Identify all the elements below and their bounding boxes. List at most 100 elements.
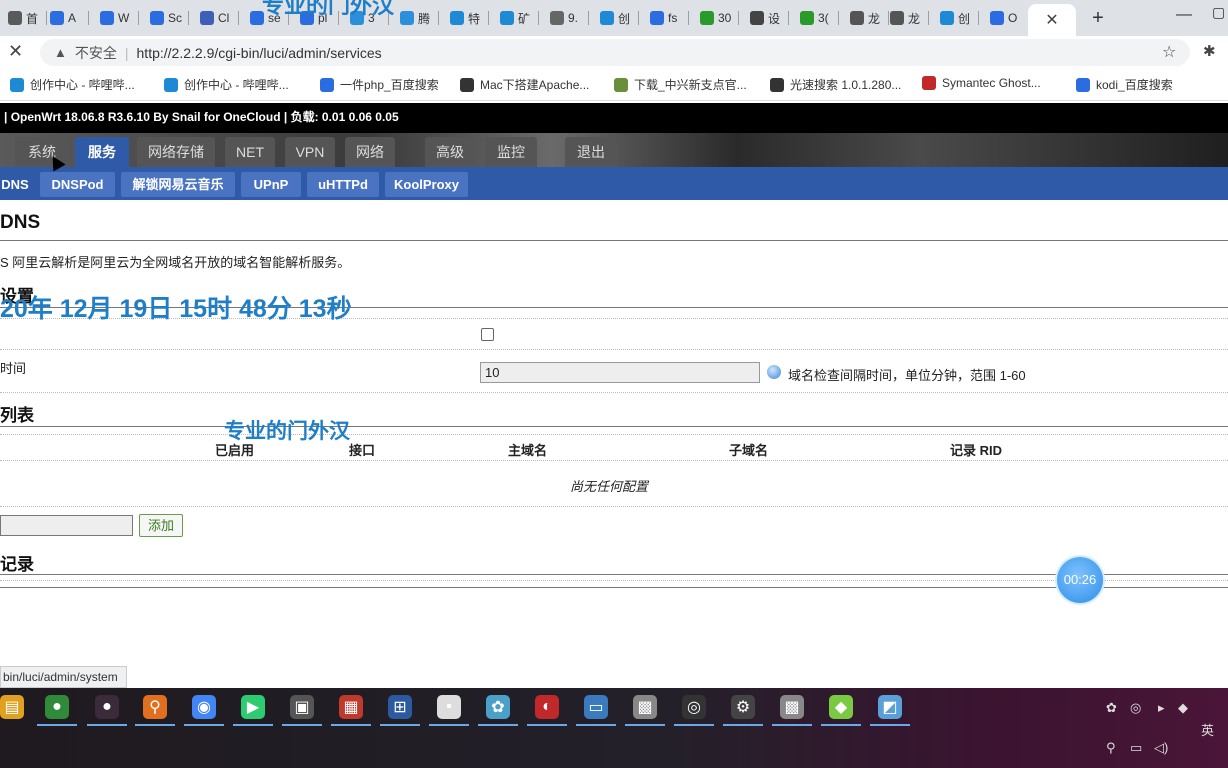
tray-obs-icon[interactable]: ◎	[1130, 700, 1141, 716]
bookmark-favicon-icon	[320, 77, 334, 92]
new-tab-button[interactable]: +	[1086, 6, 1110, 30]
tab-favicon-icon	[8, 11, 22, 25]
table-header-main-domain: 主域名	[508, 443, 548, 458]
menu-tab[interactable]: NET	[225, 137, 275, 167]
tray-flower-icon[interactable]: ✿	[1106, 700, 1117, 716]
submenu-tab[interactable]: KoolProxy	[385, 172, 468, 197]
browser-tab[interactable]: 30	[692, 4, 739, 32]
stop-loading-icon[interactable]: ✕	[8, 41, 23, 62]
submenu-tab[interactable]: DNS	[0, 172, 30, 197]
network-icon[interactable]: ▭	[1130, 740, 1142, 756]
windows-taskbar	[0, 688, 1228, 768]
bookmark-star-icon[interactable]: ☆	[1162, 42, 1176, 62]
minimize-icon[interactable]: —	[1176, 6, 1192, 24]
taskbar-app-icon[interactable]: ●	[45, 695, 69, 719]
menu-tab[interactable]: 网络存储	[137, 137, 215, 167]
browser-tab[interactable]: Sc	[142, 4, 189, 32]
interval-input[interactable]: 10	[480, 362, 760, 383]
taskbar-app-icon[interactable]: ◉	[192, 695, 216, 719]
tab-separator	[638, 11, 639, 25]
browser-tab[interactable]: 龙	[882, 4, 929, 32]
enable-checkbox[interactable]	[481, 328, 494, 341]
taskbar-app-icon[interactable]: ▣	[290, 695, 314, 719]
tab-favicon-icon	[450, 11, 464, 25]
bookmark-item[interactable]: kodi_百度搜索	[1076, 76, 1173, 93]
submenu-tab[interactable]: UPnP	[241, 172, 301, 197]
taskbar-app-icon[interactable]: ▩	[633, 695, 657, 719]
taskbar-app-icon[interactable]: ▶	[241, 695, 265, 719]
browser-tab[interactable]: 9.	[542, 4, 589, 32]
taskbar-running-indicator	[723, 724, 763, 726]
new-entry-input[interactable]	[0, 515, 133, 536]
interval-help-text: 域名检查间隔时间，单位分钟，范围 1-60	[788, 368, 1026, 383]
bookmark-item[interactable]: 创作中心 - 哔哩哔...	[164, 76, 289, 93]
title-divider	[0, 240, 1228, 241]
bookmark-item[interactable]: Mac下搭建Apache...	[460, 76, 589, 93]
menu-tab[interactable]: 监控	[485, 137, 537, 167]
browser-tab[interactable]: 特	[442, 4, 489, 32]
browser-tab[interactable]: 创	[932, 4, 979, 32]
menu-tab[interactable]: 高级	[425, 137, 475, 167]
bookmark-item[interactable]: 光速搜索 1.0.1.280...	[770, 76, 901, 93]
active-tab-close-button[interactable]: ✕	[1028, 4, 1076, 36]
ime-indicator[interactable]: 英	[1201, 720, 1214, 739]
submenu-tab[interactable]: uHTTPd	[307, 172, 379, 197]
submenu-tab[interactable]: 解锁网易云音乐	[121, 172, 235, 197]
taskbar-app-icon[interactable]: ⚙	[731, 695, 755, 719]
browser-tab[interactable]: 3(	[792, 4, 839, 32]
taskbar-app-icon[interactable]: ▭	[584, 695, 608, 719]
taskbar-app-icon[interactable]: ▩	[780, 695, 804, 719]
browser-tab[interactable]: 设	[742, 4, 789, 32]
taskbar-app-icon[interactable]: ▦	[339, 695, 363, 719]
browser-tab[interactable]: W	[92, 4, 139, 32]
browser-tab[interactable]: A	[42, 4, 89, 32]
insecure-label[interactable]: 不安全	[75, 43, 117, 63]
browser-tab[interactable]: Cl	[192, 4, 239, 32]
url-text[interactable]: http://2.2.2.9/cgi-bin/luci/admin/servic…	[137, 45, 382, 61]
maximize-icon[interactable]: ▢	[1212, 4, 1225, 21]
browser-tab[interactable]: 创	[592, 4, 639, 32]
add-button[interactable]: 添加	[139, 514, 183, 537]
tab-label: 创	[958, 11, 971, 26]
browser-tab[interactable]: 腾	[392, 4, 439, 32]
browser-tab[interactable]: 矿	[492, 4, 539, 32]
taskbar-app-icon[interactable]: ⊞	[388, 695, 412, 719]
menu-tab[interactable]: 服务	[75, 137, 129, 167]
taskbar-app-icon[interactable]: ◩	[878, 695, 902, 719]
taskbar-app-icon[interactable]: ⚲	[143, 695, 167, 719]
taskbar-running-indicator	[772, 724, 812, 726]
bookmark-item[interactable]: Symantec Ghost...	[922, 76, 1041, 90]
taskbar-running-indicator	[37, 724, 77, 726]
menu-tab[interactable]: VPN	[285, 137, 335, 167]
menu-tab[interactable]: 网络	[345, 137, 395, 167]
warning-icon[interactable]: ▲	[54, 45, 67, 60]
taskbar-app-icon[interactable]: ◎	[682, 695, 706, 719]
bookmark-item[interactable]: 下载_中兴新支点官...	[614, 76, 747, 93]
browser-tab[interactable]: fs	[642, 4, 689, 32]
tab-favicon-icon	[600, 11, 614, 25]
menu-tab[interactable]: 退出	[565, 137, 617, 167]
taskbar-app-icon[interactable]: ●	[95, 695, 119, 719]
recording-timer[interactable]: 00:26	[1057, 557, 1103, 603]
taskbar-app-icon[interactable]: ✿	[486, 695, 510, 719]
tab-favicon-icon	[50, 11, 64, 25]
tab-separator	[138, 11, 139, 25]
taskbar-app-icon[interactable]: ◐	[535, 695, 559, 719]
close-icon[interactable]: ✕	[1045, 10, 1058, 30]
bookmark-item[interactable]: 一件php_百度搜索	[320, 76, 439, 93]
tray-app-icon[interactable]: ◆	[1178, 700, 1188, 716]
browser-tab[interactable]: O	[982, 4, 1029, 32]
taskbar-app-icon[interactable]: ▪	[437, 695, 461, 719]
page-description: S 阿里云解析是阿里云为全网域名开放的域名智能解析服务。	[0, 255, 351, 270]
extensions-icon[interactable]: ✱	[1203, 42, 1216, 60]
tray-search-icon[interactable]: ⚲	[1106, 740, 1116, 756]
tab-label: fs	[668, 11, 678, 25]
bookmark-item[interactable]: 创作中心 - 哔哩哔...	[10, 76, 135, 93]
browser-tab[interactable]: 首	[0, 4, 47, 32]
volume-icon[interactable]: ◁)	[1154, 740, 1168, 756]
router-header: | OpenWrt 18.06.8 R3.6.10 By Snail for O…	[0, 103, 1228, 133]
address-bar[interactable]: ▲ 不安全 | http://2.2.2.9/cgi-bin/luci/admi…	[40, 39, 1190, 66]
taskbar-app-icon[interactable]: ◆	[829, 695, 853, 719]
taskbar-app-icon[interactable]: ▤	[0, 695, 24, 719]
submenu-tab[interactable]: DNSPod	[40, 172, 115, 197]
